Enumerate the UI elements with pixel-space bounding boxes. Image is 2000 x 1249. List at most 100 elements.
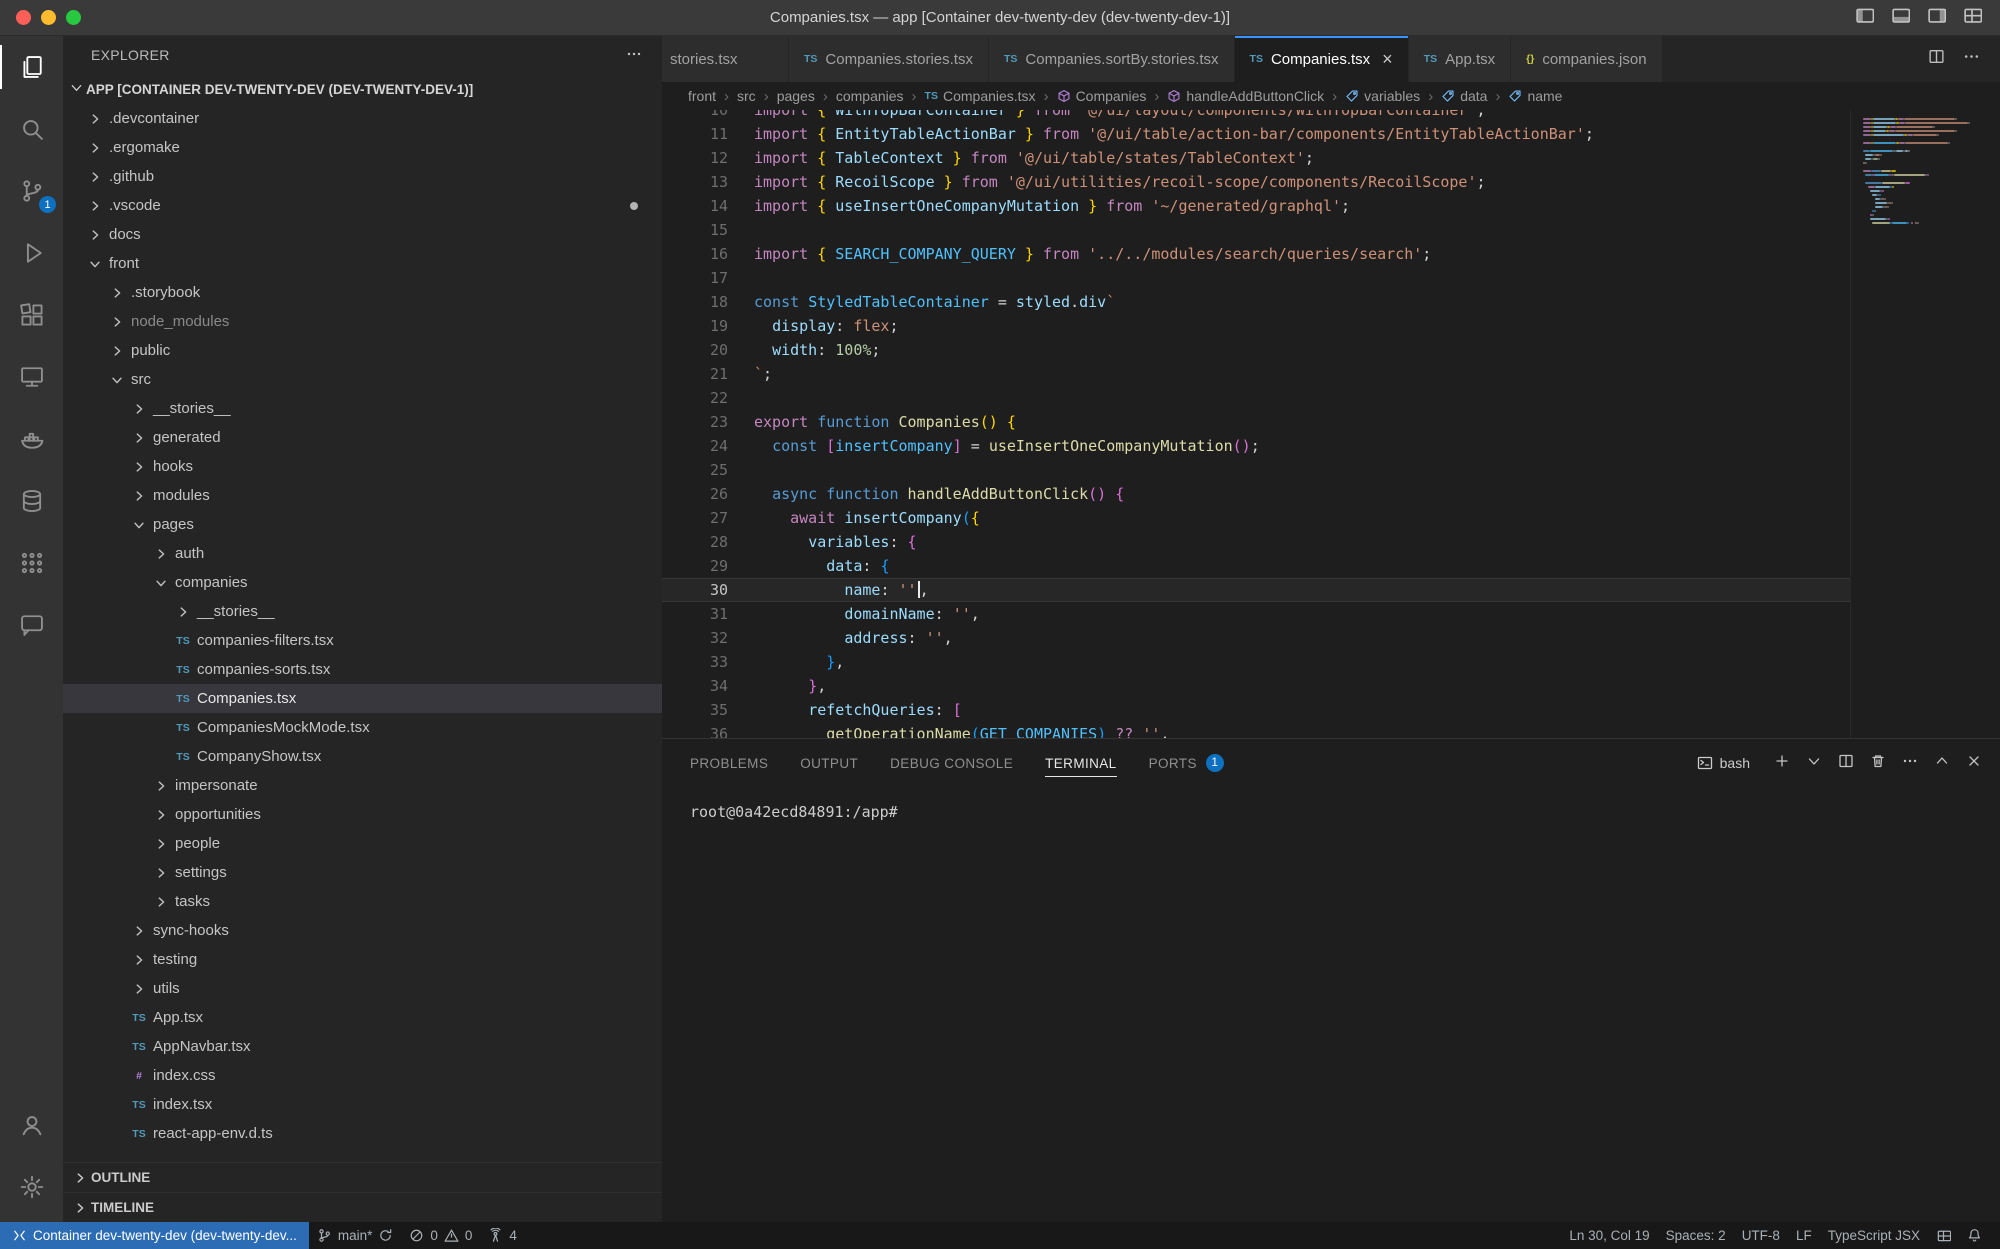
tree-item[interactable]: sync-hooks — [63, 916, 662, 945]
layout-button[interactable] — [1928, 1222, 1959, 1249]
activity-comments[interactable] — [0, 594, 63, 656]
tree-item[interactable]: TSindex.tsx — [63, 1090, 662, 1119]
explorer-more-actions-button[interactable] — [626, 46, 642, 65]
breadcrumb-item-name[interactable]: name — [1508, 88, 1562, 104]
activity-search[interactable] — [0, 98, 63, 160]
code-content[interactable]: 10import { WithTopBarContainer } from '@… — [662, 110, 1850, 738]
tree-item[interactable]: __stories__ — [63, 394, 662, 423]
tree-item[interactable]: companies — [63, 568, 662, 597]
toggle-primary-sidebar-button[interactable] — [1854, 5, 1874, 30]
tree-item[interactable]: __stories__ — [63, 597, 662, 626]
breadcrumb-item-companies[interactable]: Companies — [1057, 88, 1147, 104]
editor-more-actions-button[interactable] — [1963, 48, 1980, 70]
editor-tab-stories-tsx[interactable]: stories.tsx — [662, 36, 789, 82]
tree-item[interactable]: generated — [63, 423, 662, 452]
activity-explorer[interactable] — [0, 36, 63, 98]
activity-remote-explorer[interactable] — [0, 346, 63, 408]
minimap[interactable] — [1850, 110, 2000, 738]
encoding[interactable]: UTF-8 — [1734, 1222, 1788, 1249]
editor-tab-app-tsx[interactable]: TSApp.tsx — [1409, 36, 1511, 82]
activity-run-and-debug[interactable] — [0, 222, 63, 284]
activity-extensions[interactable] — [0, 284, 63, 346]
close-tab-button[interactable]: × — [1382, 50, 1393, 68]
panel-tab-output[interactable]: OUTPUT — [800, 739, 858, 787]
kill-terminal-button[interactable] — [1870, 753, 1886, 774]
editor-tab-companies-tsx[interactable]: TSCompanies.tsx× — [1235, 36, 1409, 82]
branch-status[interactable]: main* — [309, 1222, 402, 1249]
maximize-panel-button[interactable] — [1934, 753, 1950, 774]
tree-item[interactable]: src — [63, 365, 662, 394]
activity-docker[interactable] — [0, 408, 63, 470]
panel-tab-debug-console[interactable]: DEBUG CONSOLE — [890, 739, 1013, 787]
new-terminal-button[interactable] — [1774, 753, 1790, 774]
tree-item[interactable]: TSAppNavbar.tsx — [63, 1032, 662, 1061]
language-mode[interactable]: TypeScript JSX — [1820, 1222, 1928, 1249]
terminal-more-actions-button[interactable] — [1902, 753, 1918, 774]
breadcrumb-item-handleaddbuttonclick[interactable]: handleAddButtonClick — [1167, 88, 1324, 104]
problems-status[interactable]: 00 — [401, 1222, 480, 1249]
terminal-output[interactable]: root@0a42ecd84891:/app# — [662, 787, 2000, 1222]
zoom-window-button[interactable] — [66, 10, 81, 25]
split-terminal-button[interactable] — [1838, 753, 1854, 774]
editor-tab-companies-sortby-stories-tsx[interactable]: TSCompanies.sortBy.stories.tsx — [989, 36, 1235, 82]
editor-tab-companies-stories-tsx[interactable]: TSCompanies.stories.tsx — [789, 36, 989, 82]
breadcrumb-item-companies-tsx[interactable]: TSCompanies.tsx — [925, 88, 1036, 104]
close-window-button[interactable] — [16, 10, 31, 25]
shell-selector[interactable]: bash — [1697, 755, 1750, 771]
tree-item[interactable]: settings — [63, 858, 662, 887]
panel-tab-ports[interactable]: PORTS1 — [1149, 739, 1224, 787]
activity-settings[interactable] — [0, 1156, 63, 1218]
tree-item[interactable]: .devcontainer — [63, 104, 662, 133]
tree-item[interactable]: public — [63, 336, 662, 365]
toggle-secondary-sidebar-button[interactable] — [1926, 5, 1946, 30]
notifications-button[interactable] — [1959, 1222, 1990, 1249]
panel-tab-terminal[interactable]: TERMINAL — [1045, 739, 1116, 787]
tree-item[interactable]: TSApp.tsx — [63, 1003, 662, 1032]
breadcrumb-item-variables[interactable]: variables — [1345, 88, 1420, 104]
sidebar-section-timeline[interactable]: TIMELINE — [63, 1192, 662, 1222]
tree-item[interactable]: node_modules — [63, 307, 662, 336]
breadcrumb-item-companies[interactable]: companies — [836, 88, 904, 104]
activity-accounts[interactable] — [0, 1094, 63, 1156]
activity-database[interactable] — [0, 470, 63, 532]
tree-item[interactable]: utils — [63, 974, 662, 1003]
tree-item[interactable]: testing — [63, 945, 662, 974]
panel-tab-problems[interactable]: PROBLEMS — [690, 739, 768, 787]
tree-item[interactable]: tasks — [63, 887, 662, 916]
tree-item[interactable]: .ergomake — [63, 133, 662, 162]
tree-item[interactable]: front — [63, 249, 662, 278]
sidebar-section-outline[interactable]: OUTLINE — [63, 1162, 662, 1192]
tree-item[interactable]: TSreact-app-env.d.ts — [63, 1119, 662, 1148]
tree-item[interactable]: #index.css — [63, 1061, 662, 1090]
close-panel-button[interactable] — [1966, 753, 1982, 774]
breadcrumb-item-src[interactable]: src — [737, 88, 756, 104]
workspace-section-header[interactable]: APP [CONTAINER DEV-TWENTY-DEV (DEV-TWENT… — [63, 74, 662, 104]
tree-item[interactable]: .vscode — [63, 191, 662, 220]
tree-item[interactable]: TSCompanies.tsx — [63, 684, 662, 713]
activity-source-control[interactable]: 1 — [0, 160, 63, 222]
code-editor[interactable]: 10import { WithTopBarContainer } from '@… — [662, 110, 2000, 738]
tree-item[interactable]: people — [63, 829, 662, 858]
activity-test-explorer[interactable] — [0, 532, 63, 594]
tree-item[interactable]: pages — [63, 510, 662, 539]
tree-item[interactable]: TScompanies-sorts.tsx — [63, 655, 662, 684]
eol[interactable]: LF — [1788, 1222, 1820, 1249]
forwarded-ports-status[interactable]: 4 — [480, 1222, 525, 1249]
editor-tab-companies-json[interactable]: {}companies.json — [1511, 36, 1662, 82]
tree-item[interactable]: modules — [63, 481, 662, 510]
tree-item[interactable]: TSCompaniesMockMode.tsx — [63, 713, 662, 742]
indentation[interactable]: Spaces: 2 — [1658, 1222, 1734, 1249]
tree-item[interactable]: auth — [63, 539, 662, 568]
breadcrumb-item-data[interactable]: data — [1441, 88, 1487, 104]
tree-item[interactable]: .github — [63, 162, 662, 191]
customize-layout-button[interactable] — [1962, 5, 1982, 30]
tree-item[interactable]: impersonate — [63, 771, 662, 800]
tree-item[interactable]: hooks — [63, 452, 662, 481]
tree-item[interactable]: TScompanies-filters.tsx — [63, 626, 662, 655]
tree-item[interactable]: .storybook — [63, 278, 662, 307]
breadcrumb-item-front[interactable]: front — [688, 88, 716, 104]
cursor-position[interactable]: Ln 30, Col 19 — [1561, 1222, 1657, 1249]
minimize-window-button[interactable] — [41, 10, 56, 25]
tree-item[interactable]: docs — [63, 220, 662, 249]
remote-indicator[interactable]: Container dev-twenty-dev (dev-twenty-dev… — [0, 1222, 309, 1249]
